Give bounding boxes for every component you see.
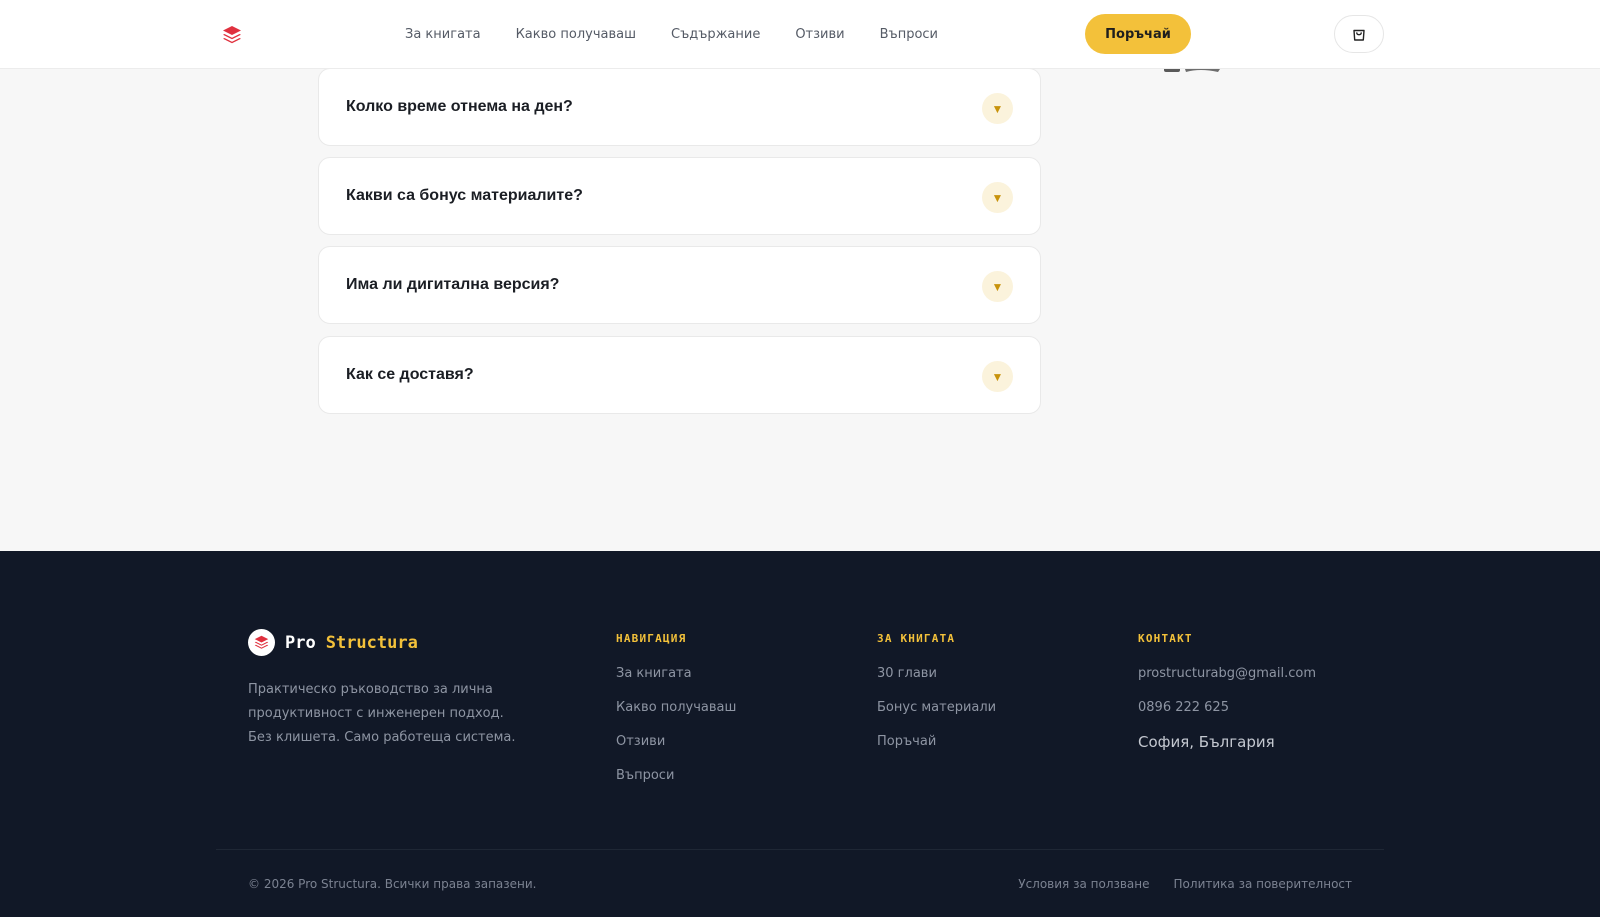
faq-item[interactable]: Как се доставя? ▼	[318, 336, 1041, 414]
faq-item[interactable]: Колко време отнема на ден? ▼	[318, 68, 1041, 146]
faq-question: Има ли дигитална версия?	[346, 276, 560, 293]
footer-column-title: ЗА КНИГАТА	[877, 632, 956, 645]
footer-divider	[216, 849, 1384, 850]
footer-brand[interactable]: Pro Structura	[248, 629, 418, 656]
footer-location: София, България	[1138, 733, 1275, 751]
chevron-down-icon[interactable]: ▼	[982, 361, 1013, 392]
site-footer: Pro Structura Практическо ръководство за…	[0, 551, 1600, 917]
faq-question: Какви са бонус материалите?	[346, 187, 583, 204]
faq-item[interactable]: Има ли дигитална версия? ▼	[318, 246, 1041, 324]
cart-button[interactable]	[1334, 15, 1384, 53]
privacy-link[interactable]: Политика за поверителност	[1174, 877, 1352, 891]
footer-description: Практическо ръководство за лична продукт…	[248, 682, 516, 745]
footer-link-chapters[interactable]: 30 глави	[877, 666, 996, 700]
nav-link-what-you-get[interactable]: Какво получаваш	[516, 27, 636, 42]
faq-question: Как се доставя?	[346, 366, 474, 383]
footer-legal-links: Условия за ползване Политика за поверите…	[994, 877, 1352, 891]
nav-link-contents[interactable]: Съдържание	[671, 27, 760, 42]
chevron-down-icon[interactable]: ▼	[982, 182, 1013, 213]
footer-contact-column: КОНТАКТ prostructurabg@gmail.com 0896 22…	[1138, 632, 1316, 768]
main-nav: За книгата Какво получаваш Съдържание От…	[405, 0, 973, 69]
footer-navigation-column: НАВИГАЦИЯ За книгата Какво получаваш Отз…	[616, 632, 736, 802]
footer-column-title: НАВИГАЦИЯ	[616, 632, 687, 645]
nav-link-reviews[interactable]: Отзиви	[795, 27, 844, 42]
footer-link-order[interactable]: Поръчай	[877, 734, 996, 768]
footer-phone-link[interactable]: 0896 222 625	[1138, 700, 1316, 734]
chevron-down-icon[interactable]: ▼	[982, 93, 1013, 124]
nav-link-questions[interactable]: Въпроси	[880, 27, 938, 42]
footer-book-column: ЗА КНИГАТА 30 глави Бонус материали Поръ…	[877, 632, 996, 768]
footer-copyright: © 2026 Pro Structura. Всички права запаз…	[248, 877, 537, 891]
footer-email-link[interactable]: prostructurabg@gmail.com	[1138, 666, 1316, 700]
footer-column-title: КОНТАКТ	[1138, 632, 1193, 645]
layers-icon[interactable]	[222, 25, 242, 45]
chevron-down-icon[interactable]: ▼	[982, 271, 1013, 302]
faq-question: Колко време отнема на ден?	[346, 98, 573, 115]
footer-link-reviews[interactable]: Отзиви	[616, 734, 736, 768]
nav-link-about-book[interactable]: За книгата	[405, 27, 481, 42]
faq-item[interactable]: Какви са бонус материалите? ▼	[318, 157, 1041, 235]
brand-name-pro: Pro	[285, 632, 316, 653]
layers-icon	[248, 629, 275, 656]
site-header: За книгата Какво получаваш Съдържание От…	[0, 0, 1600, 69]
footer-link-what-you-get[interactable]: Какво получаваш	[616, 700, 736, 734]
footer-link-bonus-materials[interactable]: Бонус материали	[877, 700, 996, 734]
footer-link-questions[interactable]: Въпроси	[616, 768, 736, 802]
shopping-bag-icon	[1353, 29, 1365, 41]
terms-link[interactable]: Условия за ползване	[1018, 877, 1149, 891]
order-button[interactable]: Поръчай	[1085, 14, 1191, 54]
brand-name-structura: Structura	[325, 632, 418, 653]
footer-link-about-book[interactable]: За книгата	[616, 666, 736, 700]
